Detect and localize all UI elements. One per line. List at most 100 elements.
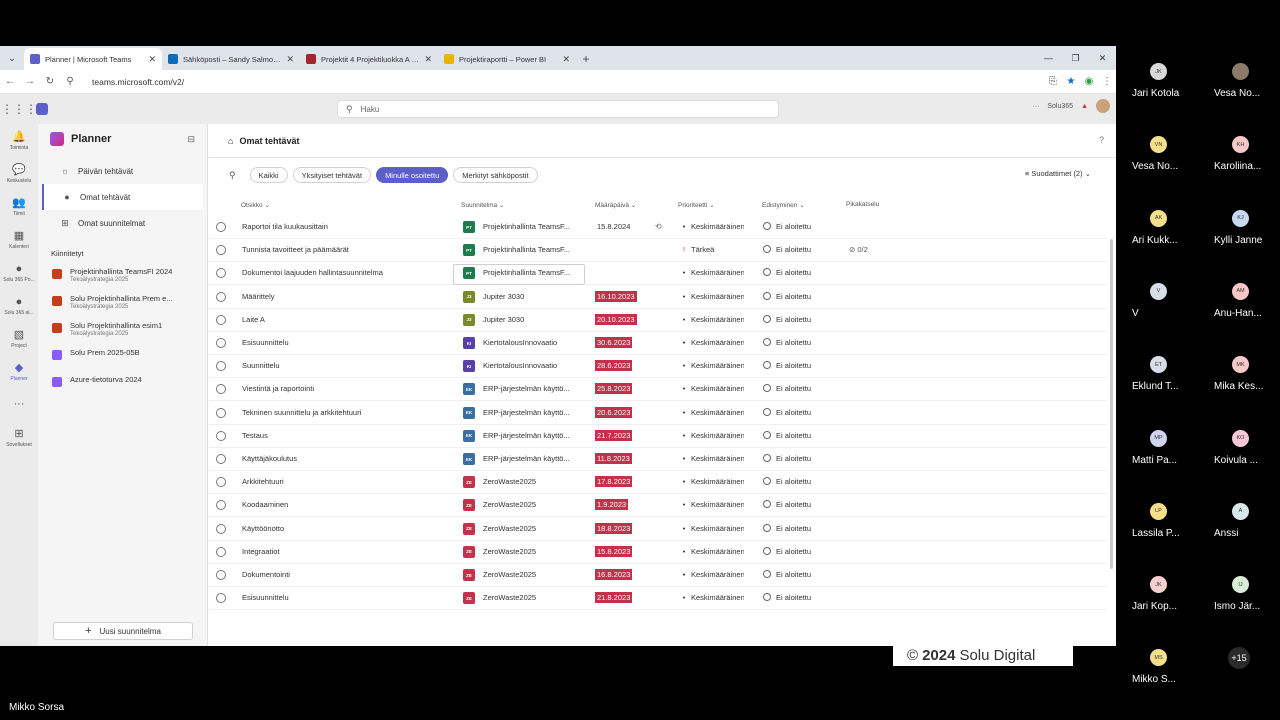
table-row[interactable]: Dokumentoi laajuuden hallintasuunnitelma… xyxy=(209,262,1107,286)
sidebar-item[interactable]: ⊞ Omat suunnitelmat xyxy=(42,210,203,236)
participant-tile[interactable]: KJ Kylli Janne xyxy=(1198,198,1280,271)
complete-task-checkbox[interactable] xyxy=(216,268,226,279)
new-plan-button[interactable]: + Uusi suunnitelma xyxy=(53,622,193,640)
task-title[interactable]: Raportoi tila kuukausittain xyxy=(242,222,328,231)
filter-pill[interactable]: Yksityiset tehtävät xyxy=(292,167,372,183)
due-date[interactable]: 20.10.2023 xyxy=(595,313,637,325)
filter-pill[interactable]: Merkityt sähköpostit xyxy=(453,167,538,183)
priority[interactable]: • Keskimääräinen xyxy=(680,500,744,509)
tenant-name[interactable]: Solu365 xyxy=(1047,103,1073,110)
task-title[interactable]: Tekninen suunnittelu ja arkkitehtuuri xyxy=(242,408,361,417)
progress[interactable]: Ei aloitettu xyxy=(763,268,811,277)
task-title[interactable]: Integraatiot xyxy=(242,547,280,556)
scrollbar[interactable] xyxy=(1110,239,1113,569)
new-tab-button[interactable]: + xyxy=(576,48,596,70)
participant-tile[interactable]: JK Jari Kotola xyxy=(1116,51,1198,124)
forward-icon[interactable]: → xyxy=(20,76,40,87)
progress[interactable]: Ei aloitettu xyxy=(763,546,811,556)
app-launcher-icon[interactable]: ⋮⋮⋮ xyxy=(0,102,38,116)
restore-icon[interactable]: ❐ xyxy=(1062,46,1089,70)
browser-tab[interactable]: Sähköposti – Sandy Salmon – O ✕ xyxy=(162,48,300,70)
complete-task-checkbox[interactable] xyxy=(216,338,226,348)
close-tab-icon[interactable]: ✕ xyxy=(562,54,570,65)
close-tab-icon[interactable]: ✕ xyxy=(148,54,156,65)
priority[interactable]: • Keskimääräinen xyxy=(680,454,744,463)
progress[interactable]: Ei aloitettu xyxy=(763,361,811,370)
due-date[interactable]: 17.8.2023 xyxy=(595,476,633,488)
priority[interactable]: • Keskimääräinen xyxy=(680,292,744,301)
checklist[interactable]: ⊘ 0/2 xyxy=(849,245,868,254)
rail-item[interactable]: ⊞ Sovellukset xyxy=(0,421,38,454)
priority[interactable]: • Keskimääräinen xyxy=(680,384,744,393)
pinned-plan[interactable]: Solu Projektinhallinta esim1 Tekoälystrat… xyxy=(38,318,207,345)
extension-icon[interactable]: ◉ xyxy=(1080,76,1098,87)
install-app-icon[interactable]: ⎘ xyxy=(1044,76,1062,87)
rail-item[interactable]: ◆ Planner xyxy=(0,355,38,388)
progress[interactable]: Ei aloitettu xyxy=(763,430,811,440)
due-date[interactable]: 21.7.2023 xyxy=(595,429,633,441)
table-row[interactable]: Määrittely J3 Jupiter 3030 16.10.2023 • Keski… xyxy=(209,286,1107,309)
participant-tile[interactable]: ET Eklund T... xyxy=(1116,344,1198,417)
progress[interactable]: Ei aloitettu xyxy=(763,570,811,579)
rail-item[interactable]: 🔔 Toiminta xyxy=(0,124,38,157)
progress[interactable]: Ei aloitettu xyxy=(763,454,811,463)
due-date[interactable]: 28.6.2023 xyxy=(595,360,633,372)
task-title[interactable]: Arkkitehtuuri xyxy=(242,477,284,486)
browser-tab[interactable]: Projektit 4 Projektiluokka A (St ✕ xyxy=(300,48,438,70)
table-row[interactable]: Esisuunnittelu ZE ZeroWaste2025 21.8.2023 • K… xyxy=(209,587,1107,611)
column-header[interactable]: Otsikko ⌄ xyxy=(241,201,270,209)
close-tab-icon[interactable]: ✕ xyxy=(286,54,294,65)
rail-item[interactable]: ● Solu 365 al... xyxy=(0,289,38,322)
pinned-plan[interactable]: Solu Prem 2025-05B xyxy=(38,345,207,372)
participant-tile[interactable]: KO Koivula ... xyxy=(1198,418,1280,491)
back-icon[interactable]: ← xyxy=(0,76,20,87)
table-row[interactable]: Suunnittelu KI KiertotalousInnovaatio 28.6.… xyxy=(209,355,1107,379)
filter-pill[interactable]: Minulle osoitettu xyxy=(376,167,449,183)
task-title[interactable]: Tunnista tavoitteet ja päämäärät xyxy=(242,245,349,254)
task-title[interactable]: Testaus xyxy=(242,431,268,440)
due-date[interactable]: 30.6.2023 xyxy=(595,337,633,348)
priority[interactable]: • Keskimääräinen xyxy=(680,570,744,579)
priority[interactable]: • Keskimääräinen xyxy=(680,408,744,417)
pinned-plan[interactable]: Azure-tietoturva 2024 xyxy=(38,372,207,399)
priority[interactable]: • Keskimääräinen xyxy=(680,547,744,556)
progress[interactable]: Ei aloitettu xyxy=(763,407,811,417)
complete-task-checkbox[interactable] xyxy=(216,407,226,418)
bookmark-star-icon[interactable]: ★ xyxy=(1062,76,1080,87)
task-title[interactable]: Dokumentointi xyxy=(242,570,290,579)
complete-task-checkbox[interactable] xyxy=(216,477,226,488)
table-row[interactable]: Raportoi tila kuukausittain PT Projektinha… xyxy=(209,216,1107,239)
pinned-plan[interactable]: Solu Projektinhallinta Prem e... Tekoälys… xyxy=(38,291,207,318)
due-date[interactable]: 20.6.2023 xyxy=(595,406,633,418)
due-date[interactable]: 25.8.2023 xyxy=(595,383,633,395)
priority[interactable]: • Keskimääräinen xyxy=(680,222,744,231)
complete-task-checkbox[interactable] xyxy=(216,523,226,534)
participant-tile[interactable]: VV xyxy=(1116,271,1198,344)
column-header[interactable]: Määräpäivä ⌄ xyxy=(595,201,636,209)
participant-tile[interactable]: MK Mika Kes... xyxy=(1198,344,1280,417)
rail-item[interactable]: ● Solu 365 Po... xyxy=(0,256,38,289)
priority[interactable]: • Keskimääräinen xyxy=(680,361,744,370)
table-row[interactable]: Laite A J3 Jupiter 3030 20.10.2023 • Keskimää… xyxy=(209,309,1107,332)
participant-tile[interactable]: AM Anu-Han... xyxy=(1198,271,1280,344)
due-date[interactable]: 18.8.2023 xyxy=(595,522,633,534)
column-header[interactable]: Suunnitelma ⌄ xyxy=(461,201,504,209)
due-date[interactable]: 11.8.2023 xyxy=(595,453,632,464)
table-row[interactable]: Käyttöönotto ZE ZeroWaste2025 18.8.2023 • Kes… xyxy=(209,518,1107,541)
task-title[interactable]: Käyttöönotto xyxy=(242,524,284,533)
complete-task-checkbox[interactable] xyxy=(216,546,226,557)
complete-task-checkbox[interactable] xyxy=(216,454,226,464)
column-header[interactable]: Pikakatselu xyxy=(846,201,879,208)
progress[interactable]: Ei aloitettu xyxy=(763,500,811,509)
complete-task-checkbox[interactable] xyxy=(216,291,226,302)
browser-tab[interactable]: Planner | Microsoft Teams ✕ xyxy=(24,48,162,70)
task-title[interactable]: Käyttäjäkoulutus xyxy=(242,454,297,463)
task-title[interactable]: Viestintä ja raportointi xyxy=(242,384,314,393)
participant-tile[interactable]: JK Jari Kop... xyxy=(1116,564,1198,637)
column-header[interactable]: Edistyminen ⌄ xyxy=(762,201,805,209)
sidebar-item[interactable]: ☼ Päivän tehtävät xyxy=(42,158,203,184)
table-row[interactable]: Arkkitehtuuri ZE ZeroWaste2025 17.8.2023 • Ke… xyxy=(209,471,1107,495)
due-date[interactable]: 15.8.2023 xyxy=(595,545,633,557)
participant-tile[interactable]: AK Ari Kukk... xyxy=(1116,198,1198,271)
rail-item[interactable]: ··· xyxy=(0,388,38,421)
